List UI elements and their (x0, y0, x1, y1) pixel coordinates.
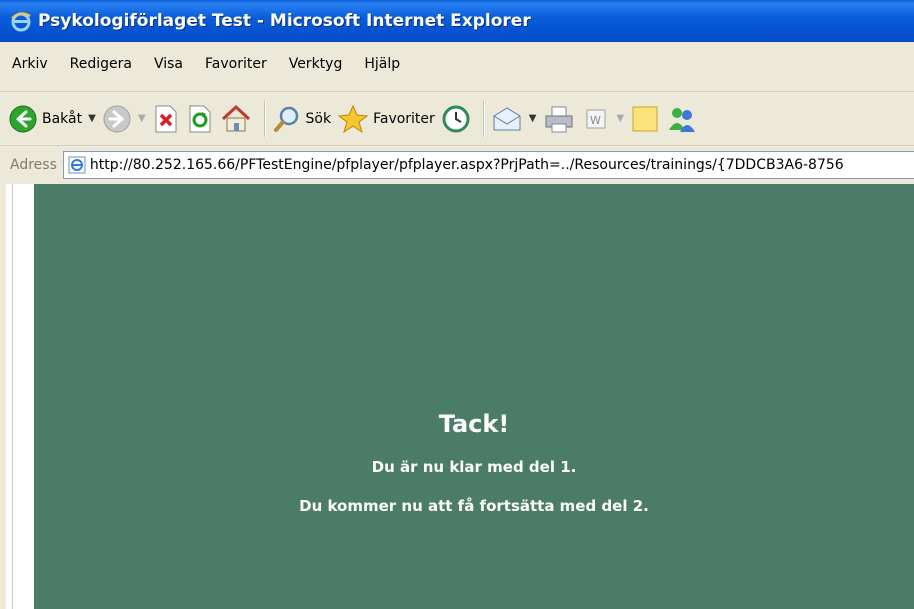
favorites-label: Favoriter (373, 110, 435, 127)
note-icon (632, 106, 658, 131)
completion-message: Du är nu klar med del 1. (371, 458, 577, 476)
print-button[interactable] (543, 99, 575, 139)
mail-icon (493, 106, 521, 130)
back-arrow-icon (9, 105, 37, 132)
page-ie-icon (68, 156, 86, 174)
home-icon (221, 104, 250, 131)
back-button[interactable]: Bakåt ▼ (8, 99, 96, 139)
svg-text:W: W (590, 114, 601, 127)
toolbar-separator (263, 100, 266, 137)
history-button[interactable] (441, 99, 471, 139)
messenger-button[interactable] (666, 99, 696, 139)
forward-button[interactable]: ▼ (102, 99, 146, 139)
messenger-icon (669, 107, 696, 132)
menu-visa[interactable]: Visa (154, 56, 183, 72)
toolbar: Bakåt ▼ ▼ Sök Favoriter ▼ W ▼ (0, 92, 914, 146)
edit-dropdown-icon[interactable]: ▼ (617, 113, 625, 124)
left-frame-inner (6, 184, 13, 609)
thanks-heading: Tack! (438, 410, 510, 438)
menu-redigera[interactable]: Redigera (70, 56, 132, 72)
menu-favoriter[interactable]: Favoriter (205, 56, 267, 72)
stop-icon (155, 105, 177, 132)
continue-message: Du kommer nu att få fortsätta med del 2. (299, 497, 649, 515)
page-content: Tack! Du är nu klar med del 1. Du kommer… (0, 184, 914, 609)
window-title: Psykologiförlaget Test - Microsoft Inter… (38, 11, 531, 31)
address-url: http://80.252.165.66/PFTestEngine/pfplay… (89, 157, 844, 173)
search-label: Sök (305, 110, 332, 127)
forward-dropdown-icon[interactable]: ▼ (138, 113, 146, 124)
favorites-button[interactable]: Favoriter (337, 99, 435, 139)
search-button[interactable]: Sök (272, 99, 332, 139)
ie-logo-icon (11, 12, 31, 32)
menu-bar: Arkiv Redigera Visa Favoriter Verktyg Hj… (0, 42, 914, 92)
menu-verktyg[interactable]: Verktyg (289, 56, 343, 72)
stop-button[interactable] (152, 99, 180, 139)
back-label: Bakåt (42, 110, 83, 127)
title-bar: Psykologiförlaget Test - Microsoft Inter… (0, 0, 914, 42)
history-icon (442, 105, 470, 132)
home-button[interactable] (220, 99, 252, 139)
back-dropdown-icon[interactable]: ▼ (88, 113, 96, 124)
address-label: Adress (10, 157, 57, 173)
favorites-star-icon (337, 104, 369, 133)
refresh-button[interactable] (186, 99, 214, 139)
printer-icon (545, 106, 572, 132)
menu-hjalp[interactable]: Hjälp (364, 56, 400, 72)
forward-arrow-icon (103, 105, 131, 132)
word-edit-icon: W (586, 109, 605, 128)
mail-dropdown-icon[interactable]: ▼ (529, 113, 537, 124)
mail-button[interactable]: ▼ (491, 99, 537, 139)
discuss-button[interactable] (630, 99, 660, 139)
address-input[interactable]: http://80.252.165.66/PFTestEngine/pfplay… (62, 151, 914, 179)
message-panel: Tack! Du är nu klar med del 1. Du kommer… (34, 184, 914, 609)
address-bar: Adress http://80.252.165.66/PFTestEngine… (0, 146, 914, 184)
search-icon (273, 106, 298, 132)
edit-button[interactable]: W ▼ (581, 99, 625, 139)
toolbar-separator-2 (482, 100, 485, 137)
menu-arkiv[interactable]: Arkiv (12, 56, 48, 72)
refresh-icon (189, 105, 211, 132)
